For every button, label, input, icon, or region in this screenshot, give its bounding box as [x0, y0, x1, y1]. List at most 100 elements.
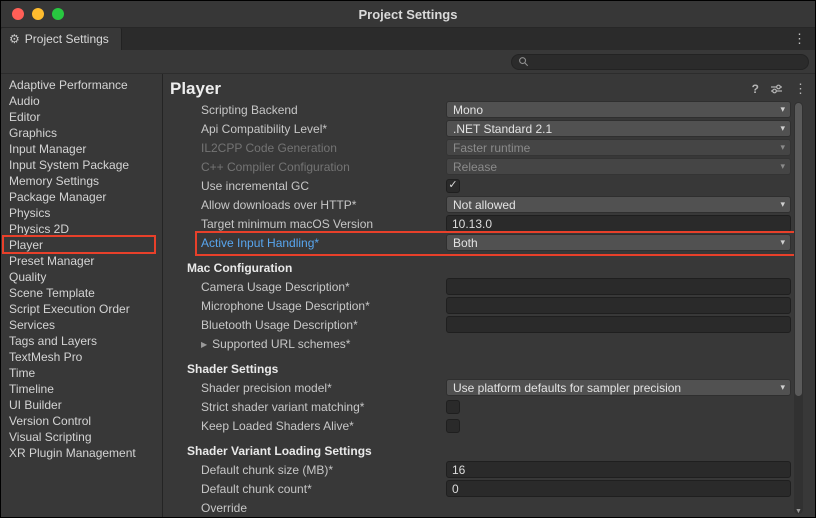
dropdown-value: Mono: [453, 103, 776, 117]
row-label: Shader precision model*: [201, 381, 446, 395]
sidebar-item-tags-and-layers[interactable]: Tags and Layers: [1, 333, 162, 349]
input-default-chunk-size-mb[interactable]: [446, 461, 791, 478]
sidebar-item-version-control[interactable]: Version Control: [1, 413, 162, 429]
sidebar-item-editor[interactable]: Editor: [1, 109, 162, 125]
chevron-down-icon: ▾: [780, 104, 785, 115]
input-target-minimum-macos-version[interactable]: [446, 215, 791, 232]
panel-menu-kebab-icon[interactable]: ⋮: [794, 81, 807, 97]
sidebar-item-physics-2d[interactable]: Physics 2D: [1, 221, 162, 237]
dropdown-value: Both: [453, 236, 776, 250]
foldout-arrow-icon[interactable]: ▶: [201, 340, 207, 349]
settings-row-use-incremental-gc: Use incremental GC✓: [163, 176, 799, 195]
sidebar-item-services[interactable]: Services: [1, 317, 162, 333]
traffic-lights: [12, 8, 64, 20]
search-icon: [518, 56, 529, 67]
sidebar-item-visual-scripting[interactable]: Visual Scripting: [1, 429, 162, 445]
row-value: Release▾: [446, 158, 791, 175]
chevron-down-icon: ▾: [780, 199, 785, 210]
row-label: Strict shader variant matching*: [201, 400, 446, 414]
sidebar-item-time[interactable]: Time: [1, 365, 162, 381]
sidebar-item-preset-manager[interactable]: Preset Manager: [1, 253, 162, 269]
zoom-window-button[interactable]: [52, 8, 64, 20]
tab-bar: ⚙ Project Settings ⋮: [1, 28, 815, 50]
row-label: Active Input Handling*: [201, 236, 446, 250]
tab-label: Project Settings: [25, 32, 109, 46]
dropdown-c-compiler-configuration: Release▾: [446, 158, 791, 175]
sidebar-item-xr-plugin-management[interactable]: XR Plugin Management: [1, 445, 162, 461]
sidebar-item-textmesh-pro[interactable]: TextMesh Pro: [1, 349, 162, 365]
row-value: Both ▾: [446, 234, 791, 251]
sidebar-item-scene-template[interactable]: Scene Template: [1, 285, 162, 301]
input-bluetooth-usage-description[interactable]: [446, 316, 791, 333]
project-settings-window: Project Settings ⚙ Project Settings ⋮ Ad…: [0, 0, 816, 518]
window-title: Project Settings: [1, 7, 815, 22]
panel-header-icons: ? ⋮: [752, 81, 807, 97]
row-value: Use platform defaults for sampler precis…: [446, 379, 791, 396]
sidebar-item-physics[interactable]: Physics: [1, 205, 162, 221]
settings-sidebar: Adaptive PerformanceAudioEditorGraphicsI…: [1, 74, 163, 517]
preset-icon[interactable]: [770, 83, 783, 95]
row-label: Default chunk size (MB)*: [201, 463, 446, 477]
row-value: Faster runtime▾: [446, 139, 791, 156]
sidebar-item-script-execution-order[interactable]: Script Execution Order: [1, 301, 162, 317]
row-label: Bluetooth Usage Description*: [201, 318, 446, 332]
sidebar-item-timeline[interactable]: Timeline: [1, 381, 162, 397]
dropdown-il2cpp-code-generation: Faster runtime▾: [446, 139, 791, 156]
settings-rows: Scripting BackendMono▾Api Compatibility …: [163, 100, 799, 517]
chevron-down-icon: ▾: [780, 382, 785, 393]
settings-row-active-input-handling: Active Input Handling* Both ▾: [163, 233, 799, 252]
scrollbar-thumb[interactable]: [795, 103, 802, 396]
scroll-down-arrow-icon[interactable]: ▼: [794, 508, 803, 515]
search-input[interactable]: [533, 55, 802, 69]
chevron-down-icon: ▾: [780, 161, 785, 172]
sidebar-item-audio[interactable]: Audio: [1, 93, 162, 109]
row-value: [446, 297, 791, 314]
sidebar-item-graphics[interactable]: Graphics: [1, 125, 162, 141]
input-microphone-usage-description[interactable]: [446, 297, 791, 314]
row-value: [446, 316, 791, 333]
dropdown-api-compatibility-level[interactable]: .NET Standard 2.1▾: [446, 120, 791, 137]
sidebar-item-player[interactable]: Player: [1, 237, 162, 253]
sidebar-item-memory-settings[interactable]: Memory Settings: [1, 173, 162, 189]
dropdown-active-input-handling[interactable]: Both ▾: [446, 234, 791, 251]
row-value: ✓: [446, 179, 791, 193]
checkbox-strict-shader-variant-matching[interactable]: [446, 400, 460, 414]
section-header-shader-settings: Shader Settings: [163, 359, 799, 378]
row-label: C++ Compiler Configuration: [201, 160, 446, 174]
window-body: Adaptive PerformanceAudioEditorGraphicsI…: [1, 74, 815, 517]
section-header-shader-variant-loading-settings: Shader Variant Loading Settings: [163, 441, 799, 460]
sidebar-list: Adaptive PerformanceAudioEditorGraphicsI…: [1, 77, 162, 461]
row-label: Override: [201, 501, 446, 515]
row-label: ▶Supported URL schemes*: [201, 337, 446, 351]
checkbox-keep-loaded-shaders-alive[interactable]: [446, 419, 460, 433]
dropdown-allow-downloads-over-http[interactable]: Not allowed▾: [446, 196, 791, 213]
dropdown-value: Use platform defaults for sampler precis…: [453, 381, 776, 395]
settings-row-c-compiler-configuration: C++ Compiler ConfigurationRelease▾: [163, 157, 799, 176]
sidebar-item-input-system-package[interactable]: Input System Package: [1, 157, 162, 173]
settings-row-default-chunk-count: Default chunk count*: [163, 479, 799, 498]
vertical-scrollbar[interactable]: ▼: [794, 102, 803, 514]
input-camera-usage-description[interactable]: [446, 278, 791, 295]
dropdown-value: Faster runtime: [453, 141, 776, 155]
tab-menu-kebab-icon[interactable]: ⋮: [784, 28, 815, 50]
sidebar-item-package-manager[interactable]: Package Manager: [1, 189, 162, 205]
row-label: Microphone Usage Description*: [201, 299, 446, 313]
minimize-window-button[interactable]: [32, 8, 44, 20]
checkbox-use-incremental-gc[interactable]: ✓: [446, 179, 460, 193]
close-window-button[interactable]: [12, 8, 24, 20]
dropdown-shader-precision-model[interactable]: Use platform defaults for sampler precis…: [446, 379, 791, 396]
settings-row-microphone-usage-description: Microphone Usage Description*: [163, 296, 799, 315]
dropdown-scripting-backend[interactable]: Mono ▾: [446, 101, 791, 118]
settings-row-override: Override: [163, 498, 799, 517]
sidebar-item-quality[interactable]: Quality: [1, 269, 162, 285]
row-label: Scripting Backend: [201, 103, 446, 117]
sidebar-item-adaptive-performance[interactable]: Adaptive Performance: [1, 77, 162, 93]
sidebar-item-input-manager[interactable]: Input Manager: [1, 141, 162, 157]
row-value: [446, 480, 791, 497]
help-icon[interactable]: ?: [752, 82, 759, 96]
sidebar-item-ui-builder[interactable]: UI Builder: [1, 397, 162, 413]
row-label: Allow downloads over HTTP*: [201, 198, 446, 212]
tab-project-settings[interactable]: ⚙ Project Settings: [1, 28, 122, 50]
chevron-down-icon: ▾: [780, 237, 785, 248]
input-default-chunk-count[interactable]: [446, 480, 791, 497]
